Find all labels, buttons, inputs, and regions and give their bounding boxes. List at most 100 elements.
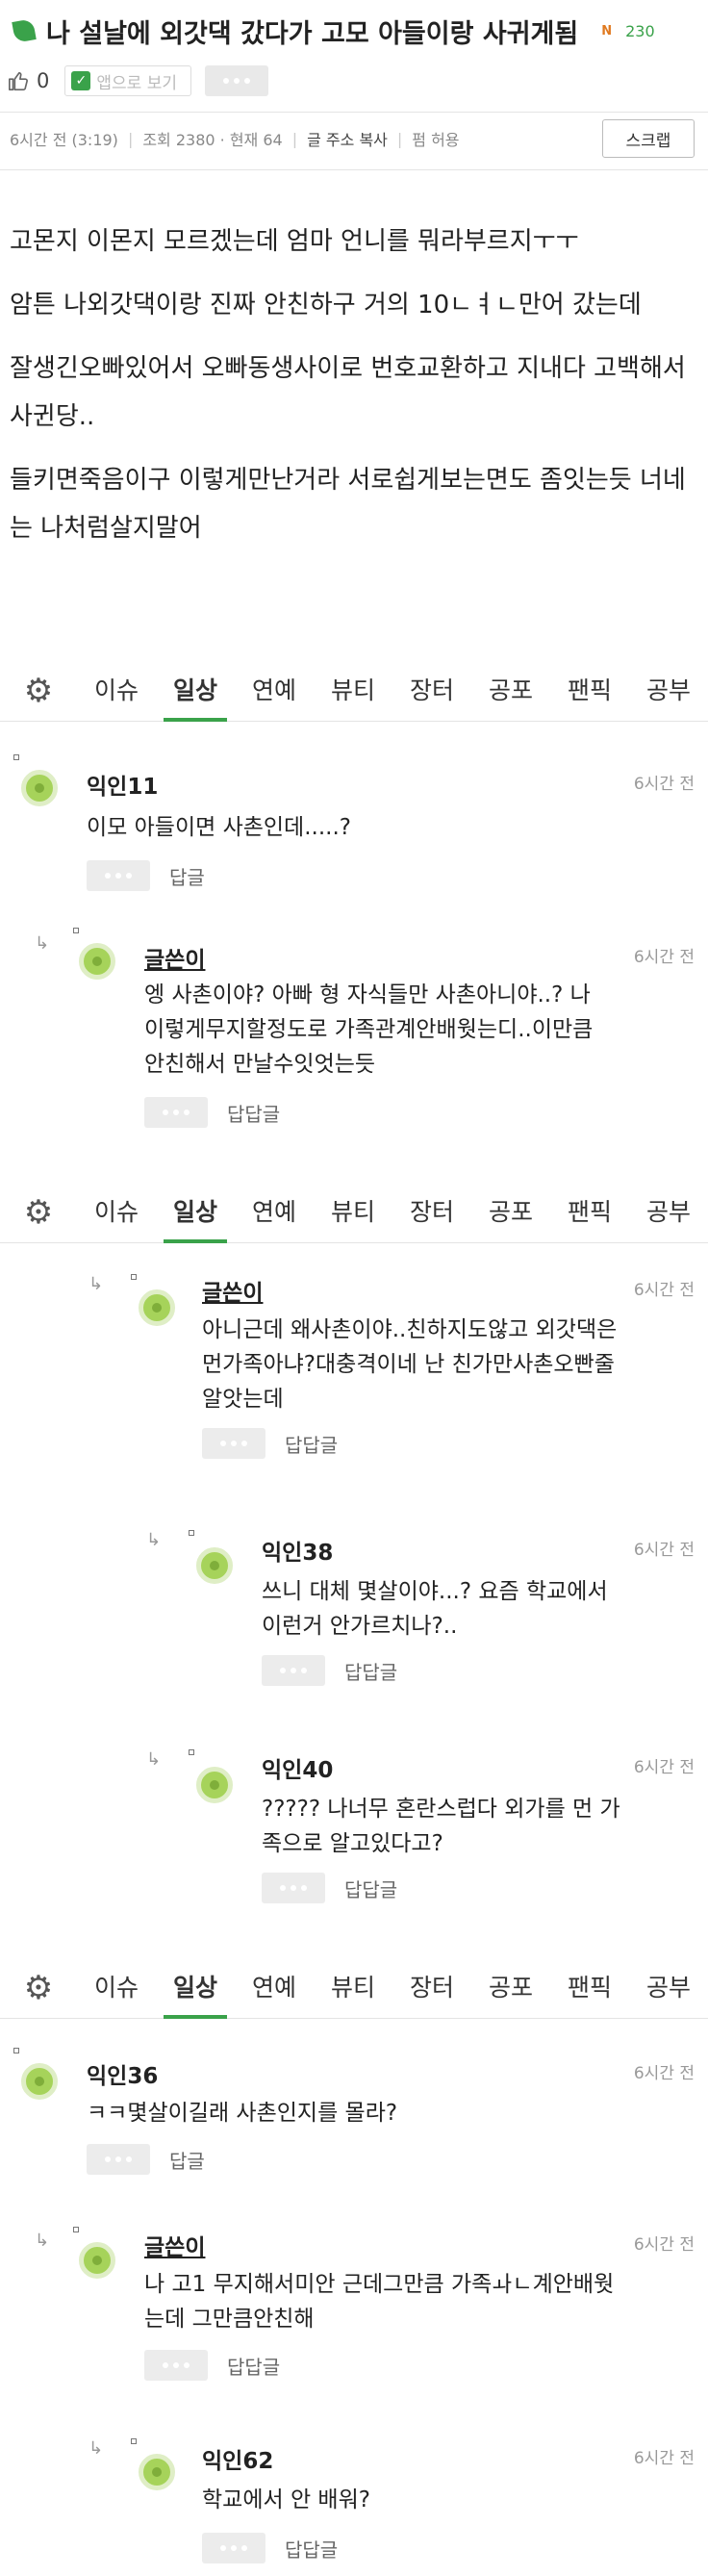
tab-market[interactable]: 장터: [392, 1957, 471, 2019]
reply-button[interactable]: 답답글: [344, 1657, 397, 1685]
comment-line: ㅋㅋ몇살이길래 사촌인지를 몰라?: [87, 2101, 398, 2126]
comment-reply: ↳ 익인40 6시간 전 ????? 나너무 혼란스럽다 외가를 먼 가 족으로…: [0, 1732, 708, 1944]
comment-author[interactable]: 익인11: [87, 768, 158, 801]
comment-time: 6시간 전: [633, 2064, 695, 2083]
comment-more-button[interactable]: [87, 860, 150, 891]
comment-author[interactable]: 글쓴이: [202, 1274, 263, 1307]
pin-icon: [131, 2438, 137, 2444]
category-bar: ⚙ 이슈 일상 연예 뷰티 장터 공포 팬픽 공부: [0, 1182, 708, 1243]
comment-text: 아니근데 왜사촌이야..친하지도않고 외갓댁은 먼가족아냐?대충격이네 난 친가…: [202, 1313, 617, 1416]
avatar: [139, 2454, 175, 2490]
gear-icon[interactable]: ⚙: [0, 672, 77, 710]
gear-icon[interactable]: ⚙: [0, 1969, 77, 2007]
comment-author[interactable]: 익인38: [262, 1534, 333, 1567]
tab-beauty[interactable]: 뷰티: [314, 1182, 392, 1243]
tab-horror[interactable]: 공포: [471, 1957, 550, 2019]
tab-horror[interactable]: 공포: [471, 1182, 550, 1243]
comment-line: 쓰니 대체 몇살이야...? 요즘 학교에서: [262, 1579, 608, 1604]
reply-arrow-icon: ↳: [88, 1274, 104, 1294]
reply-button[interactable]: 답답글: [227, 2352, 280, 2380]
comment-author[interactable]: 익인62: [202, 2442, 273, 2475]
post-paragraph: 고몬지 이몬지 모르겠는데 엄마 언니를 뭐라부르지ㅜㅜ: [10, 227, 579, 256]
check-icon: ✓: [71, 71, 91, 90]
tab-entertainment[interactable]: 연예: [235, 660, 314, 722]
comment-time: 6시간 전: [633, 1281, 695, 1300]
tab-horror[interactable]: 공포: [471, 660, 550, 722]
pin-icon: [189, 1749, 194, 1755]
tab-study[interactable]: 공부: [629, 1182, 708, 1243]
post-time: 6시간 전 (3:19): [10, 131, 118, 149]
reply-arrow-icon: ↳: [146, 1749, 162, 1770]
tab-issue[interactable]: 이슈: [77, 660, 156, 722]
comment-more-button[interactable]: [262, 1655, 325, 1686]
pin-icon: [13, 2048, 19, 2053]
reply-button[interactable]: 답글: [169, 2146, 205, 2174]
copy-url-link[interactable]: 글 주소 복사: [307, 127, 388, 150]
reply-button[interactable]: 답답글: [285, 1430, 338, 1458]
divider: [0, 169, 708, 170]
scrap-button[interactable]: 스크랩: [602, 119, 695, 158]
reply-arrow-icon: ↳: [35, 2231, 50, 2251]
tab-beauty[interactable]: 뷰티: [314, 1957, 392, 2019]
comment-text: 엥 사촌이야? 아빠 형 자식들만 사촌아니야..? 나 이렇게무지할정도로 가…: [144, 978, 593, 1082]
reply-button[interactable]: 답답글: [344, 1875, 397, 1902]
comment-text: 쓰니 대체 몇살이야...? 요즘 학교에서 이런거 안가르치나?..: [262, 1574, 608, 1644]
avatar: [196, 1767, 233, 1803]
comment: 익인36 6시간 전 ㅋㅋ몇살이길래 사촌인지를 몰라? 답글: [0, 2036, 708, 2209]
post-paragraph: 잘생긴오빠있어서 오빠동생사이로 번호교환하고 지내다 고백해서 사귄당..: [10, 354, 686, 431]
comment-line: 이런거 안가르치나?..: [262, 1614, 458, 1639]
reply-button[interactable]: 답답글: [227, 1099, 280, 1127]
view-count: 조회 2380 · 현재 64: [142, 131, 283, 149]
post-more-button[interactable]: [204, 65, 268, 96]
tab-market[interactable]: 장터: [392, 660, 471, 722]
comment-more-button[interactable]: [202, 2533, 266, 2563]
tab-daily[interactable]: 일상: [156, 1957, 235, 2019]
tab-entertainment[interactable]: 연예: [235, 1957, 314, 2019]
tab-study[interactable]: 공부: [629, 1957, 708, 2019]
tab-fanfic[interactable]: 팬픽: [550, 1182, 629, 1243]
avatar: [196, 1547, 233, 1584]
comment-reply: ↳ 익인62 6시간 전 학교에서 안 배워? 답답글: [0, 2425, 708, 2576]
comment-more-button[interactable]: [202, 1428, 266, 1459]
tab-market[interactable]: 장터: [392, 1182, 471, 1243]
comment-line: 알앗는데: [202, 1387, 284, 1412]
comment-more-button[interactable]: [262, 1873, 325, 1903]
reply-button[interactable]: 답답글: [285, 2535, 338, 2563]
tab-fanfic[interactable]: 팬픽: [550, 1957, 629, 2019]
comment-line: ????? 나너무 혼란스럽다 외가를 먼 가: [262, 1797, 620, 1822]
comment-line: 나 고1 무지해서미안 근데그만큼 가족ㅘㄴ계안배웟: [144, 2272, 615, 2297]
avatar: [21, 770, 58, 806]
comment-more-button[interactable]: [87, 2144, 150, 2175]
tab-daily[interactable]: 일상: [156, 660, 235, 722]
comment-more-button[interactable]: [144, 1097, 208, 1128]
comment-time: 6시간 전: [633, 775, 695, 794]
comment-reply: ↳ 글쓴이 6시간 전 나 고1 무지해서미안 근데그만큼 가족ㅘㄴ계안배웟 는…: [0, 2213, 708, 2425]
post-action-row: 0 ✓ 앱으로 보기: [8, 62, 268, 100]
tab-issue[interactable]: 이슈: [77, 1182, 156, 1243]
comment-author[interactable]: 글쓴이: [144, 941, 205, 974]
comment-line: 는데 그만큼안친해: [144, 2307, 315, 2332]
comment-more-button[interactable]: [144, 2350, 208, 2381]
post-meta: 6시간 전 (3:19) | 조회 2380 · 현재 64 | 글 주소 복사…: [10, 121, 460, 156]
gear-icon[interactable]: ⚙: [0, 1193, 77, 1232]
comment-text: 학교에서 안 배워?: [202, 2483, 370, 2517]
comment-author[interactable]: 익인36: [87, 2057, 158, 2090]
reply-button[interactable]: 답글: [169, 862, 205, 890]
pin-icon: [73, 928, 79, 933]
comment-author[interactable]: 글쓴이: [144, 2229, 205, 2261]
tab-beauty[interactable]: 뷰티: [314, 660, 392, 722]
tab-daily[interactable]: 일상: [156, 1182, 235, 1243]
tab-fanfic[interactable]: 팬픽: [550, 660, 629, 722]
avatar: [79, 2242, 115, 2279]
like-count: 0: [37, 69, 50, 92]
tab-study[interactable]: 공부: [629, 660, 708, 722]
comment-author[interactable]: 익인40: [262, 1751, 333, 1784]
comment-line: 아니근데 왜사촌이야..친하지도않고 외갓댁은: [202, 1317, 618, 1342]
avatar: [139, 1289, 175, 1326]
tab-entertainment[interactable]: 연예: [235, 1182, 314, 1243]
app-view-button[interactable]: ✓ 앱으로 보기: [64, 65, 191, 96]
comment-time: 6시간 전: [633, 1541, 695, 1560]
thumbs-up-icon[interactable]: [8, 70, 29, 91]
comment-text: ㅋㅋ몇살이길래 사촌인지를 몰라?: [87, 2096, 397, 2130]
tab-issue[interactable]: 이슈: [77, 1957, 156, 2019]
